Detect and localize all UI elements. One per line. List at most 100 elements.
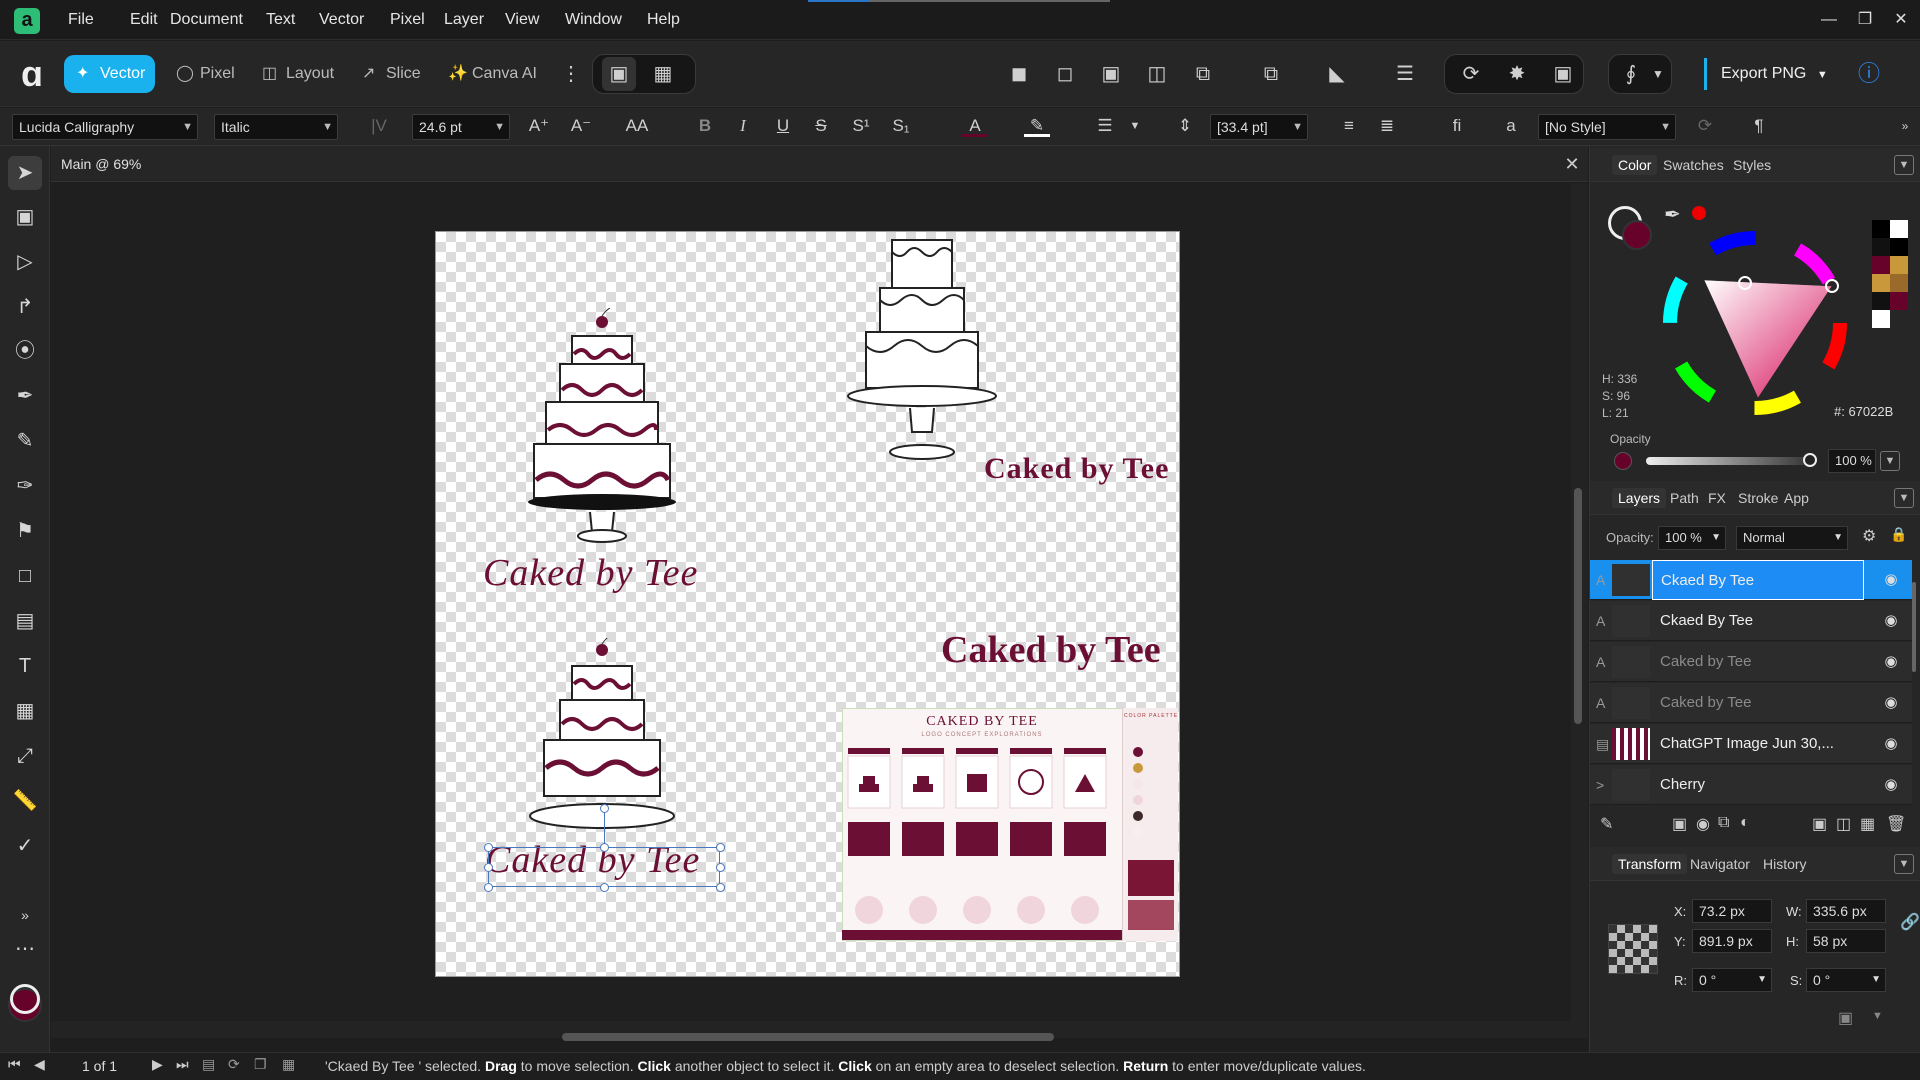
swatch-maroon[interactable]: [1872, 256, 1890, 274]
swatch-dark[interactable]: [1872, 238, 1890, 256]
snap-nodes-icon[interactable]: ✸: [1500, 57, 1534, 91]
boolean-xor-icon[interactable]: ◫: [1140, 57, 1174, 91]
transform-origin-icon[interactable]: ⟳: [1454, 57, 1488, 91]
refresh-style-icon[interactable]: ⟳: [1692, 111, 1718, 141]
strikethrough-button[interactable]: S: [808, 111, 834, 141]
corner-tool-icon[interactable]: ↱: [8, 290, 42, 324]
y-input[interactable]: 891.9 px: [1692, 929, 1772, 953]
color-panel-chevron-icon[interactable]: ▼: [1894, 155, 1914, 175]
bullet-list-icon[interactable]: ≡: [1336, 111, 1362, 141]
edit-layer-icon[interactable]: ✎: [1600, 814, 1613, 834]
adjustment-icon[interactable]: ⧉: [1718, 814, 1729, 832]
eye-icon[interactable]: ◉: [1880, 560, 1902, 600]
pilcrow-icon[interactable]: ¶: [1746, 111, 1772, 141]
increase-size-icon[interactable]: A⁺: [526, 111, 552, 141]
tab-styles[interactable]: Styles: [1733, 155, 1771, 175]
menu-view[interactable]: View: [493, 0, 551, 40]
persona-slice-button[interactable]: ↗ Slice: [350, 55, 431, 93]
fill-color-swatch[interactable]: [1622, 220, 1652, 250]
opacity-slider[interactable]: [1646, 457, 1812, 465]
selection-handle[interactable]: [716, 843, 725, 852]
brush-tool-icon[interactable]: ✑: [8, 469, 42, 503]
cake-illustration-1[interactable]: [520, 308, 680, 548]
vertical-scroll-thumb[interactable]: [1574, 488, 1582, 724]
pencil-tool-icon[interactable]: ✎: [8, 424, 42, 458]
lock-icon[interactable]: 🔒: [1890, 526, 1907, 543]
overflow-chevron-icon[interactable]: »: [1892, 111, 1918, 141]
selection-handle[interactable]: [600, 843, 609, 852]
rotation-handle[interactable]: [600, 804, 609, 813]
menu-file[interactable]: File: [56, 0, 106, 40]
arrange-icon[interactable]: ⧉: [1254, 57, 1288, 91]
eye-icon[interactable]: ◉: [1880, 683, 1902, 723]
layer-row[interactable]: A Ckaed By Tee ◉: [1590, 601, 1912, 641]
leading-select[interactable]: [33.4 pt] ▼: [1210, 114, 1308, 140]
boolean-subtract-icon[interactable]: ◻: [1048, 57, 1082, 91]
tab-swatches[interactable]: Swatches: [1663, 155, 1724, 175]
move-tool-icon[interactable]: ➤: [8, 156, 42, 190]
more-tools-icon[interactable]: ⋯: [8, 932, 42, 966]
persona-canva-ai-button[interactable]: ✨ Canva AI: [436, 55, 547, 93]
text-color-icon[interactable]: A: [962, 111, 988, 137]
rectangle-tool-icon[interactable]: □: [8, 559, 42, 593]
opacity-slider-thumb[interactable]: [1803, 453, 1817, 467]
chevron-down-icon[interactable]: ▼: [1648, 57, 1668, 91]
ligature-button[interactable]: fi: [1444, 111, 1470, 141]
add-pixel-layer-icon[interactable]: ▣: [1812, 814, 1827, 834]
eyedropper-tool-icon[interactable]: ✓: [8, 829, 42, 863]
swatch-dark-2[interactable]: [1872, 292, 1890, 310]
restore-icon[interactable]: ❐: [1850, 6, 1880, 34]
hex-value[interactable]: #: 67022B: [1834, 404, 1893, 419]
eyedropper-icon[interactable]: ✒: [1664, 202, 1681, 227]
layer-settings-gear-icon[interactable]: ⚙: [1862, 526, 1876, 546]
canvas-text-1[interactable]: Caked by Tee: [483, 551, 698, 595]
document-tab-title[interactable]: Main @ 69%: [61, 146, 141, 182]
selection-bounding-box[interactable]: [488, 847, 720, 887]
menu-vector[interactable]: Vector: [307, 0, 376, 40]
menu-help[interactable]: Help: [635, 0, 692, 40]
underline-button[interactable]: U: [770, 111, 796, 141]
menu-text[interactable]: Text: [254, 0, 307, 40]
tab-path[interactable]: Path: [1670, 488, 1699, 508]
blend-mode-select[interactable]: Normal ▼: [1736, 526, 1848, 550]
numbered-list-icon[interactable]: ≣: [1374, 111, 1400, 141]
canvas-text-2[interactable]: Caked by Tee: [984, 452, 1169, 486]
align-paragraph-icon[interactable]: ☰: [1092, 111, 1118, 141]
eye-icon[interactable]: ◉: [1880, 765, 1902, 805]
expand-tools-icon[interactable]: »: [8, 898, 42, 932]
layer-row[interactable]: A Caked by Tee ◉: [1590, 642, 1912, 682]
layer-row[interactable]: ▤ ChatGPT Image Jun 30,... ◉: [1590, 724, 1912, 764]
tab-transform[interactable]: Transform: [1612, 854, 1688, 874]
magnet-icon[interactable]: ∮: [1614, 57, 1648, 91]
align-left-icon[interactable]: ☰: [1388, 57, 1422, 91]
color-wheel[interactable]: [1660, 228, 1850, 418]
page-panel-icon[interactable]: ▤: [202, 1056, 215, 1073]
flip-horizontal-icon[interactable]: ◣: [1320, 57, 1354, 91]
boolean-add-icon[interactable]: ◼: [1002, 57, 1036, 91]
text-tool-icon[interactable]: T: [8, 649, 42, 683]
paragraph-style-select[interactable]: [No Style] ▼: [1538, 114, 1676, 140]
leading-icon[interactable]: ⇕: [1172, 111, 1198, 141]
all-caps-button[interactable]: AA: [624, 111, 650, 141]
selection-handle[interactable]: [484, 863, 493, 872]
eye-icon[interactable]: ◉: [1880, 642, 1902, 682]
italic-button[interactable]: I: [730, 111, 756, 141]
eye-icon[interactable]: ◉: [1880, 724, 1902, 764]
selection-handle[interactable]: [484, 883, 493, 892]
close-document-icon[interactable]: ✕: [1560, 148, 1584, 180]
layers-panel-chevron-icon[interactable]: ▼: [1894, 488, 1914, 508]
mask-icon[interactable]: ◉: [1696, 814, 1710, 834]
export-png-button[interactable]: Export PNG ▼: [1704, 58, 1828, 90]
add-fill-layer-icon[interactable]: ▦: [1860, 814, 1875, 834]
persona-pixel-button[interactable]: ◯ Pixel: [164, 55, 245, 93]
transform-panel-chevron-icon[interactable]: ▼: [1894, 854, 1914, 874]
live-filter-icon[interactable]: ◐: [1740, 814, 1750, 832]
menu-document[interactable]: Document: [158, 0, 255, 40]
delete-layer-icon[interactable]: 🗑: [1886, 814, 1906, 834]
link-aspect-icon[interactable]: 🔗: [1900, 912, 1920, 932]
tab-fx[interactable]: FX: [1708, 488, 1726, 508]
artboard-tool-icon[interactable]: ▣: [8, 200, 42, 234]
superscript-button[interactable]: S¹: [848, 111, 874, 141]
boolean-intersect-icon[interactable]: ▣: [1094, 57, 1128, 91]
swatch-black[interactable]: [1872, 220, 1890, 238]
